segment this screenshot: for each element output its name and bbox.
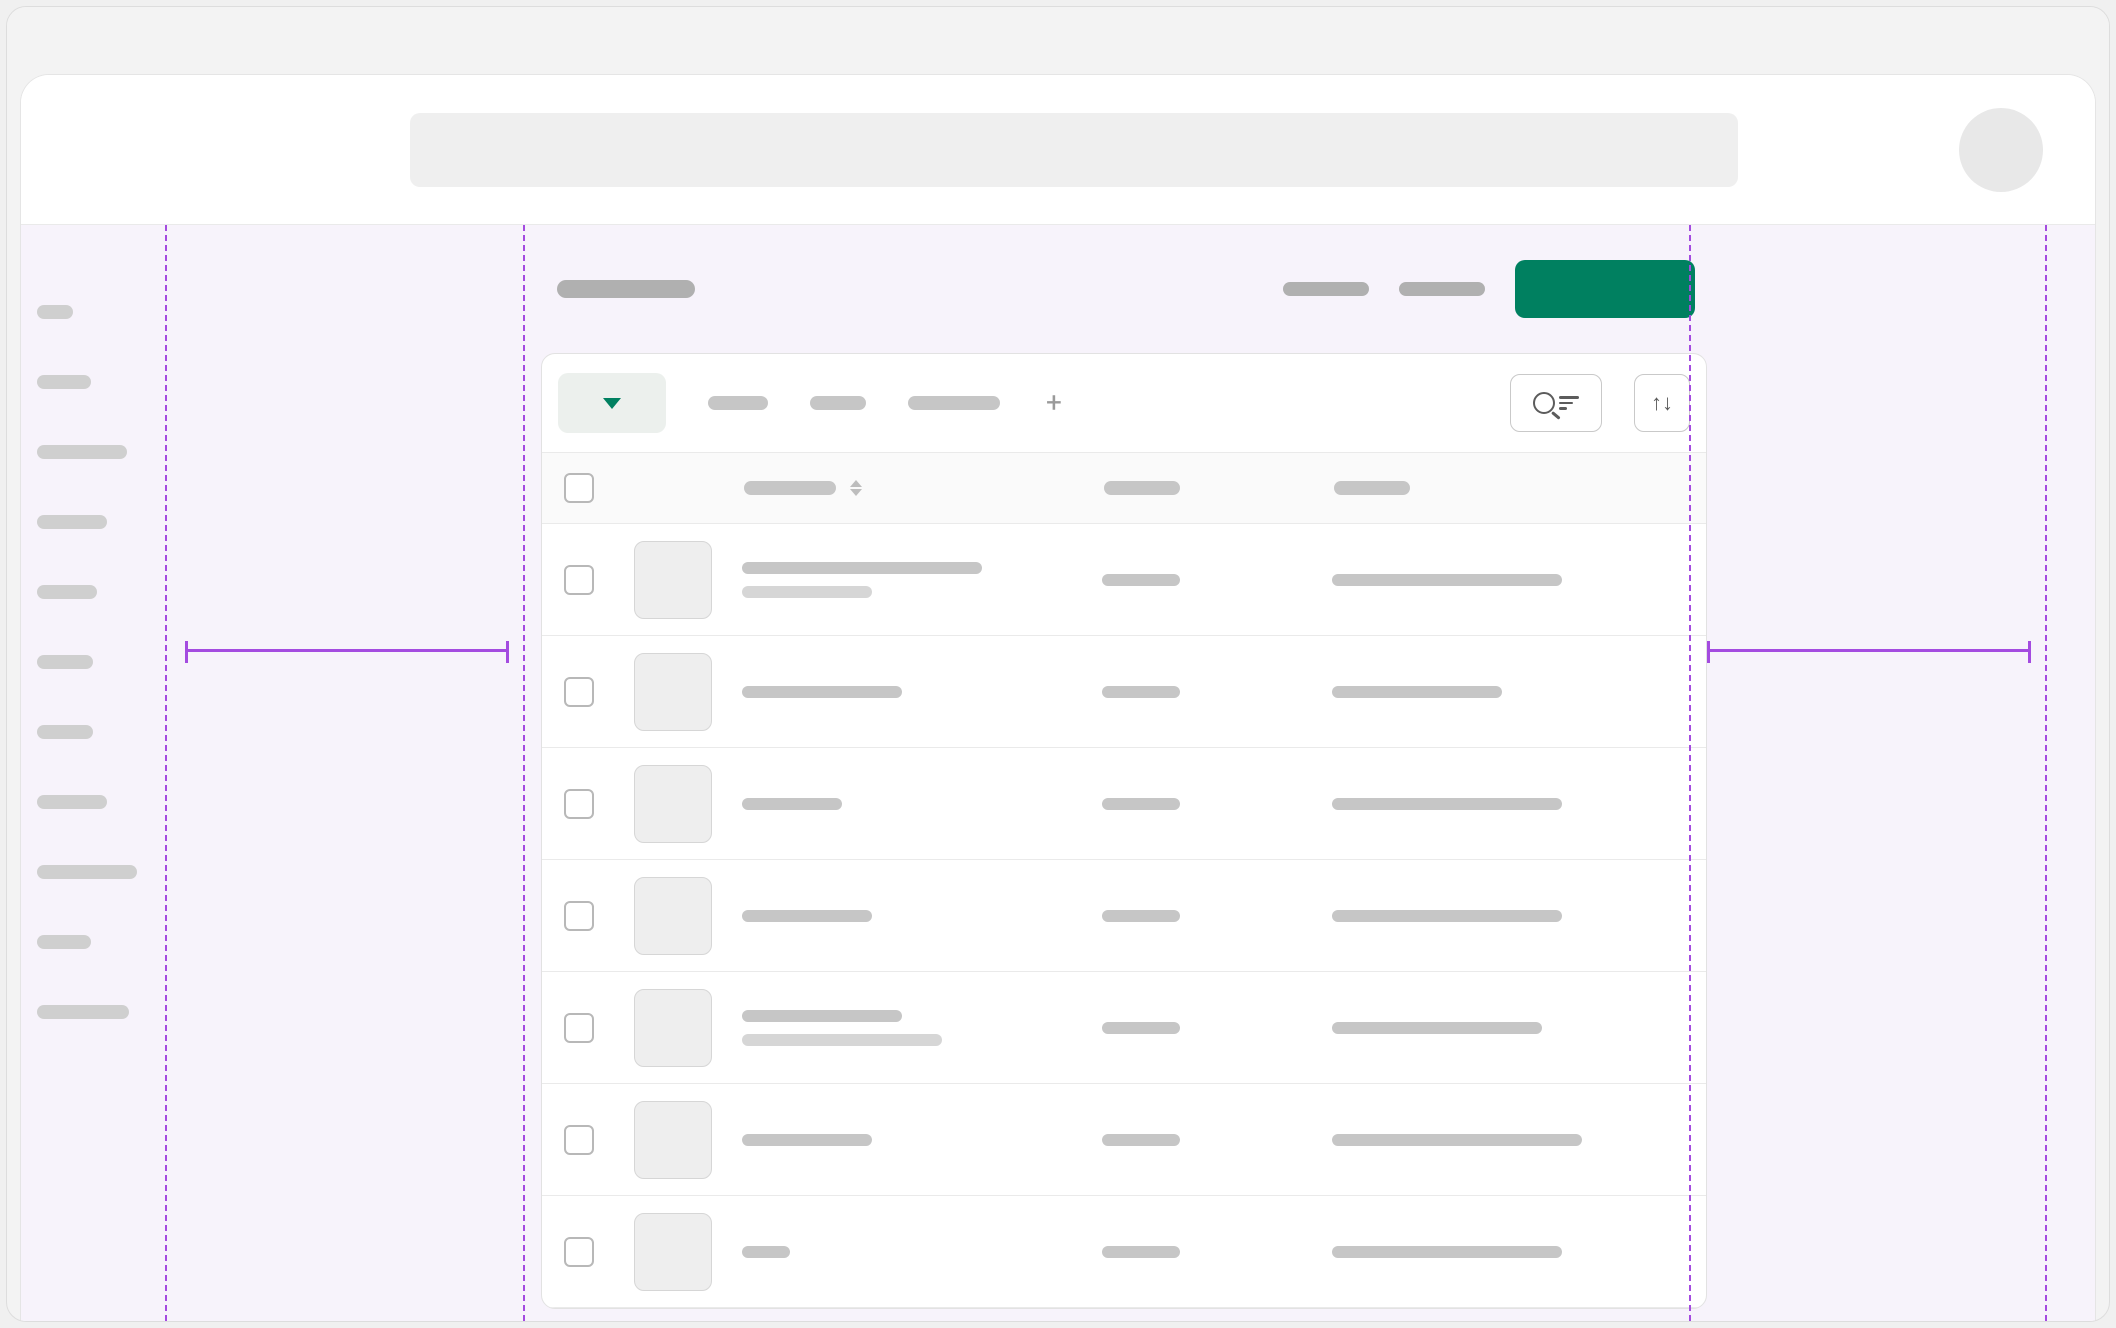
sidebar-item[interactable] (37, 515, 107, 529)
table-row[interactable] (542, 1196, 1706, 1308)
tab[interactable] (810, 396, 866, 410)
cell-value (1332, 1246, 1562, 1258)
cell-value (1332, 1134, 1582, 1146)
search-input[interactable] (410, 113, 1738, 187)
view-dropdown[interactable] (558, 373, 666, 433)
search-filter-button[interactable] (1510, 374, 1602, 432)
browser-topbar (7, 7, 2109, 67)
spacing-guide-h (1707, 649, 2031, 652)
item-name (742, 562, 982, 574)
column-header[interactable] (1334, 481, 1410, 495)
tab[interactable] (708, 396, 768, 410)
item-thumbnail (634, 653, 712, 731)
sidebar-item[interactable] (37, 1005, 129, 1019)
row-checkbox[interactable] (564, 565, 594, 595)
card-tabs: + ↑↓ (542, 354, 1706, 452)
list-card: + ↑↓ (541, 353, 1707, 1309)
column-header[interactable] (1104, 481, 1180, 495)
cell-value (1102, 1022, 1180, 1034)
cell-value (1102, 686, 1180, 698)
item-thumbnail (634, 989, 712, 1067)
item-subtext (742, 1034, 942, 1046)
sidebar-item[interactable] (37, 305, 73, 319)
spacing-guide-v (165, 225, 167, 1321)
avatar[interactable] (1959, 108, 2043, 192)
row-checkbox[interactable] (564, 677, 594, 707)
sidebar-item[interactable] (37, 795, 107, 809)
item-thumbnail (634, 1213, 712, 1291)
cell-value (1332, 1022, 1542, 1034)
app-window: + ↑↓ (21, 75, 2095, 1321)
sort-button[interactable]: ↑↓ (1634, 374, 1690, 432)
sidebar (21, 225, 161, 1321)
cell-value (1332, 798, 1562, 810)
sort-caret-icon[interactable] (850, 480, 862, 496)
column-header[interactable] (744, 481, 836, 495)
item-thumbnail (634, 541, 712, 619)
app-header (21, 75, 2095, 225)
item-name (742, 1246, 790, 1258)
item-thumbnail (634, 1101, 712, 1179)
sidebar-item[interactable] (37, 725, 93, 739)
select-all-checkbox[interactable] (564, 473, 594, 503)
item-thumbnail (634, 877, 712, 955)
search-icon (1533, 392, 1555, 414)
primary-action-button[interactable] (1515, 260, 1695, 318)
caret-down-icon (603, 398, 621, 409)
row-checkbox[interactable] (564, 789, 594, 819)
item-name (742, 1010, 902, 1022)
cell-value (1102, 798, 1180, 810)
row-checkbox[interactable] (564, 1237, 594, 1267)
spacing-guide-v (2045, 225, 2047, 1321)
sidebar-item[interactable] (37, 375, 91, 389)
sort-icon: ↑↓ (1651, 390, 1673, 416)
row-checkbox[interactable] (564, 901, 594, 931)
header-link[interactable] (1399, 282, 1485, 296)
spacing-guide-v (1689, 225, 1691, 1321)
sidebar-item[interactable] (37, 655, 93, 669)
cell-value (1332, 686, 1502, 698)
item-subtext (742, 586, 872, 598)
item-thumbnail (634, 765, 712, 843)
header-link[interactable] (1283, 282, 1369, 296)
spacing-guide-v (523, 225, 525, 1321)
row-checkbox[interactable] (564, 1125, 594, 1155)
cell-value (1102, 574, 1180, 586)
item-name (742, 686, 902, 698)
item-name (742, 910, 872, 922)
column-header-row (542, 452, 1706, 524)
spacing-guide-h (185, 649, 509, 652)
sidebar-item[interactable] (37, 865, 137, 879)
sidebar-item[interactable] (37, 585, 97, 599)
item-name (742, 1134, 872, 1146)
tab[interactable] (908, 396, 1000, 410)
cell-value (1102, 1246, 1180, 1258)
cell-value (1102, 910, 1180, 922)
add-tab-button[interactable]: + (1042, 391, 1066, 415)
panel-header (541, 225, 1707, 353)
table-row[interactable] (542, 636, 1706, 748)
table-row[interactable] (542, 524, 1706, 636)
sidebar-item[interactable] (37, 445, 127, 459)
app-body: + ↑↓ (21, 225, 2095, 1321)
cell-value (1332, 574, 1562, 586)
cell-value (1332, 910, 1562, 922)
cell-value (1102, 1134, 1180, 1146)
table-row[interactable] (542, 860, 1706, 972)
browser-chrome: + ↑↓ (6, 6, 2110, 1322)
page-title (557, 280, 695, 298)
row-checkbox[interactable] (564, 1013, 594, 1043)
content-panel: + ↑↓ (541, 225, 1707, 1321)
table-row[interactable] (542, 1084, 1706, 1196)
item-name (742, 798, 842, 810)
table-row[interactable] (542, 748, 1706, 860)
table-row[interactable] (542, 972, 1706, 1084)
sidebar-item[interactable] (37, 935, 91, 949)
filter-icon (1559, 396, 1579, 410)
